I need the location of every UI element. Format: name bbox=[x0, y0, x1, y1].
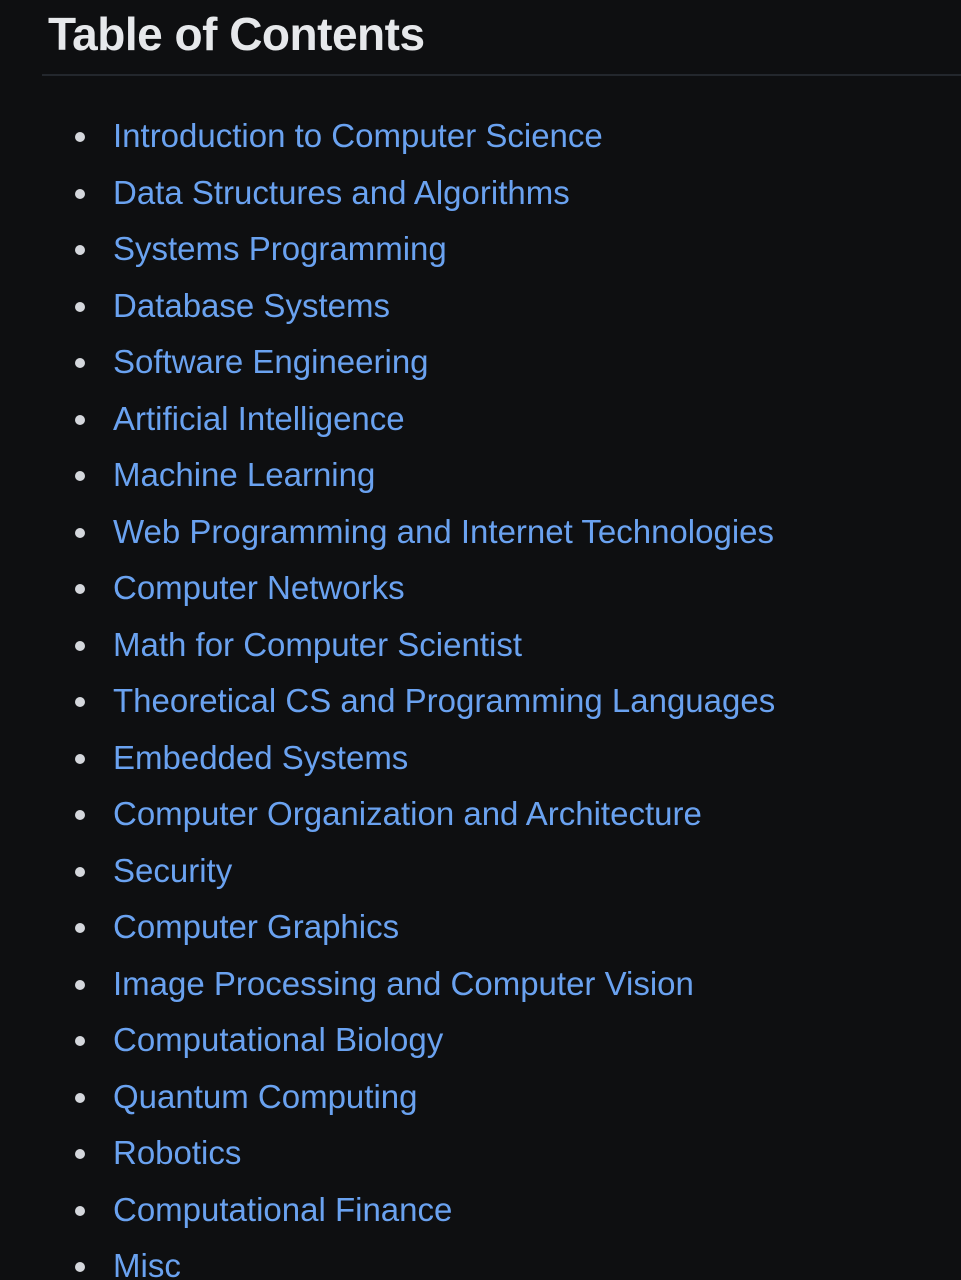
toc-item: Robotics bbox=[0, 1126, 961, 1183]
toc-item: Computational Finance bbox=[0, 1183, 961, 1240]
bullet-icon bbox=[75, 245, 85, 256]
toc-link-data-structures-and-algorithms[interactable]: Data Structures and Algorithms bbox=[113, 173, 570, 213]
toc-link-web-programming[interactable]: Web Programming and Internet Technologie… bbox=[113, 512, 774, 552]
toc-link-theoretical-cs[interactable]: Theoretical CS and Programming Languages bbox=[113, 681, 775, 721]
toc-item: Software Engineering bbox=[0, 335, 961, 392]
toc-link-computer-graphics[interactable]: Computer Graphics bbox=[113, 907, 399, 947]
bullet-icon bbox=[75, 584, 85, 595]
toc-item: Computer Networks bbox=[0, 561, 961, 618]
toc-link-embedded-systems[interactable]: Embedded Systems bbox=[113, 738, 408, 778]
bullet-icon bbox=[75, 1036, 85, 1047]
bullet-icon bbox=[75, 527, 85, 538]
toc-link-computational-biology[interactable]: Computational Biology bbox=[113, 1020, 443, 1060]
toc-link-quantum-computing[interactable]: Quantum Computing bbox=[113, 1077, 418, 1117]
page: Table of Contents Introduction to Comput… bbox=[0, 0, 961, 1280]
bullet-icon bbox=[75, 1205, 85, 1216]
bullet-icon bbox=[75, 979, 85, 990]
toc-item: Security bbox=[0, 844, 961, 901]
toc-link-machine-learning[interactable]: Machine Learning bbox=[113, 455, 375, 495]
toc-item: Computer Graphics bbox=[0, 900, 961, 957]
bullet-icon bbox=[75, 753, 85, 764]
toc-link-artificial-intelligence[interactable]: Artificial Intelligence bbox=[113, 399, 405, 439]
toc-item: Data Structures and Algorithms bbox=[0, 166, 961, 223]
toc-item: Systems Programming bbox=[0, 222, 961, 279]
bullet-icon bbox=[75, 414, 85, 425]
toc-item: Theoretical CS and Programming Languages bbox=[0, 674, 961, 731]
bullet-icon bbox=[75, 358, 85, 369]
toc-link-systems-programming[interactable]: Systems Programming bbox=[113, 229, 447, 269]
page-title: Table of Contents bbox=[48, 8, 425, 60]
toc-item: Machine Learning bbox=[0, 448, 961, 505]
toc-link-software-engineering[interactable]: Software Engineering bbox=[113, 342, 429, 382]
heading-divider bbox=[42, 74, 961, 76]
bullet-icon bbox=[75, 697, 85, 708]
bullet-icon bbox=[75, 188, 85, 199]
toc-link-robotics[interactable]: Robotics bbox=[113, 1133, 241, 1173]
toc-item: Computer Organization and Architecture bbox=[0, 787, 961, 844]
toc-item: Image Processing and Computer Vision bbox=[0, 957, 961, 1014]
bullet-icon bbox=[75, 640, 85, 651]
toc-item: Math for Computer Scientist bbox=[0, 618, 961, 675]
toc-item: Artificial Intelligence bbox=[0, 392, 961, 449]
toc-link-math-for-computer-scientist[interactable]: Math for Computer Scientist bbox=[113, 625, 522, 665]
bullet-icon bbox=[75, 1262, 85, 1273]
toc-link-misc[interactable]: Misc bbox=[113, 1246, 181, 1280]
bullet-icon bbox=[75, 1092, 85, 1103]
bullet-icon bbox=[75, 810, 85, 821]
toc-link-security[interactable]: Security bbox=[113, 851, 232, 891]
toc-item: Computational Biology bbox=[0, 1013, 961, 1070]
bullet-icon bbox=[75, 866, 85, 877]
toc-item: Web Programming and Internet Technologie… bbox=[0, 505, 961, 562]
bullet-icon bbox=[75, 923, 85, 934]
bullet-icon bbox=[75, 301, 85, 312]
toc-link-computational-finance[interactable]: Computational Finance bbox=[113, 1190, 452, 1230]
toc-link-introduction-to-computer-science[interactable]: Introduction to Computer Science bbox=[113, 116, 603, 156]
toc-item: Database Systems bbox=[0, 279, 961, 336]
toc-link-database-systems[interactable]: Database Systems bbox=[113, 286, 390, 326]
toc-item: Embedded Systems bbox=[0, 731, 961, 788]
toc-list: Introduction to Computer Science Data St… bbox=[0, 109, 961, 1280]
toc-item: Quantum Computing bbox=[0, 1070, 961, 1127]
toc-link-computer-organization[interactable]: Computer Organization and Architecture bbox=[113, 794, 702, 834]
toc-link-image-processing[interactable]: Image Processing and Computer Vision bbox=[113, 964, 694, 1004]
toc-item: Misc bbox=[0, 1239, 961, 1280]
bullet-icon bbox=[75, 132, 85, 143]
toc-link-computer-networks[interactable]: Computer Networks bbox=[113, 568, 405, 608]
bullet-icon bbox=[75, 471, 85, 482]
bullet-icon bbox=[75, 1149, 85, 1160]
toc-item: Introduction to Computer Science bbox=[0, 109, 961, 166]
